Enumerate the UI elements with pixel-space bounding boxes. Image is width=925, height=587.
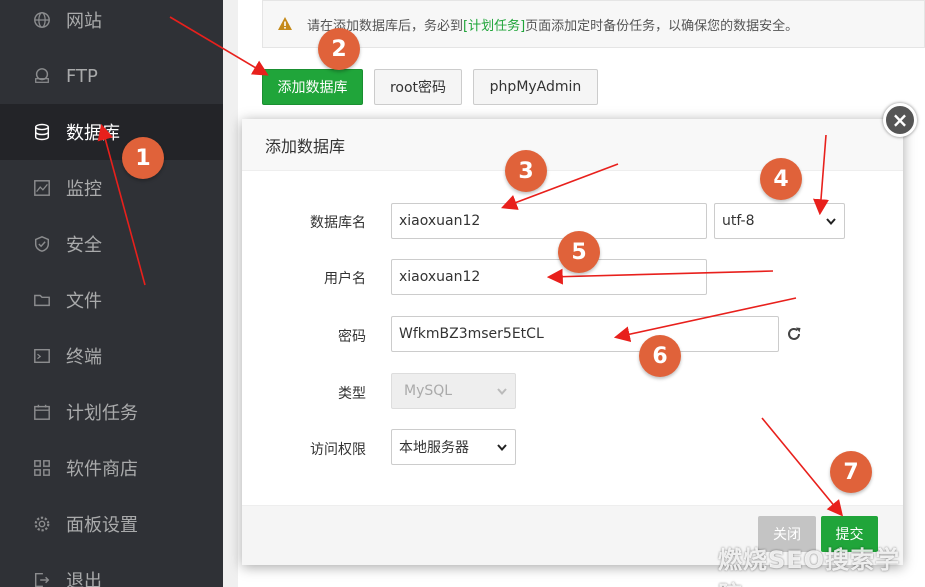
sidebar-item-files[interactable]: 文件 bbox=[0, 272, 223, 328]
gear-icon bbox=[32, 514, 52, 534]
add-database-button[interactable]: 添加数据库 bbox=[262, 69, 363, 105]
globe-icon bbox=[32, 10, 52, 30]
charset-select[interactable]: utf-8 bbox=[714, 203, 845, 239]
sidebar-item-settings[interactable]: 面板设置 bbox=[0, 496, 223, 552]
type-label: 类型 bbox=[338, 386, 366, 402]
database-icon bbox=[32, 122, 52, 142]
cron-link[interactable]: [计划任务] bbox=[463, 15, 525, 34]
sidebar-item-monitor[interactable]: 监控 bbox=[0, 160, 223, 216]
step-badge-2: 2 bbox=[318, 28, 360, 70]
folder-icon bbox=[32, 290, 52, 310]
sidebar-item-label: 网站 bbox=[66, 11, 102, 32]
sidebar-item-label: 安全 bbox=[66, 235, 102, 256]
sidebar-item-cron[interactable]: 计划任务 bbox=[0, 384, 223, 440]
sidebar-item-store[interactable]: 软件商店 bbox=[0, 440, 223, 496]
sidebar-item-security[interactable]: 安全 bbox=[0, 216, 223, 272]
sidebar-item-label: 终端 bbox=[66, 347, 102, 368]
db-type-select: MySQL bbox=[391, 373, 516, 409]
notice-text-after: 页面添加定时备份任务，以确保您的数据安全。 bbox=[525, 18, 799, 34]
access-value: 本地服务器 bbox=[399, 440, 469, 456]
chevron-down-icon bbox=[826, 218, 836, 226]
close-dialog-icon[interactable]: × bbox=[883, 103, 917, 137]
monitor-icon bbox=[32, 178, 52, 198]
sidebar-item-logout[interactable]: 退出 bbox=[0, 552, 223, 587]
username-label: 用户名 bbox=[324, 271, 366, 287]
dialog-title: 添加数据库 bbox=[242, 119, 903, 171]
sidebar-item-database[interactable]: 数据库 bbox=[0, 104, 223, 160]
step-badge-7: 7 bbox=[830, 451, 872, 493]
sidebar-item-label: 计划任务 bbox=[66, 403, 138, 424]
refresh-icon[interactable] bbox=[785, 325, 803, 343]
access-select[interactable]: 本地服务器 bbox=[391, 429, 516, 465]
sidebar-item-label: 软件商店 bbox=[66, 459, 138, 480]
chevron-down-icon bbox=[497, 444, 507, 452]
step-badge-6: 6 bbox=[639, 335, 681, 377]
sidebar-item-label: FTP bbox=[66, 65, 98, 87]
backup-notice: 请在添加数据库后，务必到 [计划任务] 页面添加定时备份任务，以确保您的数据安全… bbox=[262, 0, 925, 48]
root-password-button[interactable]: root密码 bbox=[374, 69, 462, 105]
access-label: 访问权限 bbox=[310, 442, 366, 458]
username-input[interactable]: xiaoxuan12 bbox=[391, 259, 707, 295]
sidebar: 网站 FTP 数据库 监控 安全 文件 终端 计划任务 软件商店 面板设置 退出 bbox=[0, 0, 223, 587]
step-badge-3: 3 bbox=[505, 150, 547, 192]
charset-value: utf-8 bbox=[722, 213, 755, 229]
warning-icon bbox=[277, 16, 293, 32]
sidebar-item-label: 退出 bbox=[66, 571, 102, 587]
grid-icon bbox=[32, 458, 52, 478]
calendar-icon bbox=[32, 402, 52, 422]
sidebar-item-website[interactable]: 网站 bbox=[0, 0, 223, 48]
db-name-label: 数据库名 bbox=[310, 215, 366, 231]
step-badge-4: 4 bbox=[760, 158, 802, 200]
phpmyadmin-button[interactable]: phpMyAdmin bbox=[473, 69, 598, 105]
shield-icon bbox=[32, 234, 52, 254]
sidebar-item-label: 面板设置 bbox=[66, 515, 138, 536]
db-name-input[interactable]: xiaoxuan12 bbox=[391, 203, 707, 239]
ftp-icon bbox=[32, 66, 52, 86]
password-label: 密码 bbox=[338, 329, 366, 345]
sidebar-item-label: 文件 bbox=[66, 291, 102, 312]
sidebar-item-ftp[interactable]: FTP bbox=[0, 48, 223, 104]
password-input[interactable]: WfkmBZ3mser5EtCL bbox=[391, 316, 779, 352]
logout-icon bbox=[32, 570, 52, 587]
terminal-icon bbox=[32, 346, 52, 366]
chevron-down-icon bbox=[497, 388, 507, 396]
step-badge-5: 5 bbox=[558, 231, 600, 273]
sidebar-item-label: 数据库 bbox=[66, 123, 120, 144]
step-badge-1: 1 bbox=[122, 137, 164, 179]
watermark-text: 燃烧SEO搜索学院 bbox=[718, 546, 901, 587]
sidebar-item-terminal[interactable]: 终端 bbox=[0, 328, 223, 384]
sidebar-item-label: 监控 bbox=[66, 179, 102, 200]
db-type-value: MySQL bbox=[404, 383, 453, 399]
